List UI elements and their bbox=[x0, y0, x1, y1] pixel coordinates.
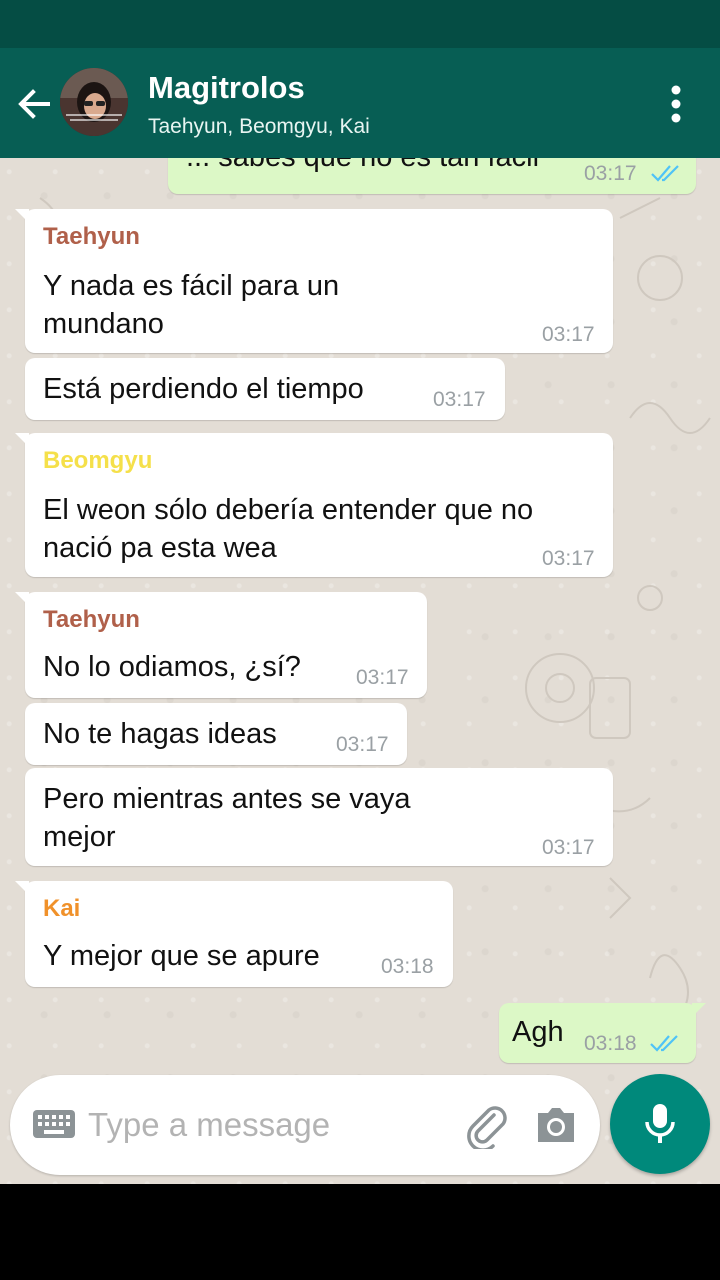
read-receipt-icon bbox=[651, 165, 679, 182]
message-time: 03:17 bbox=[542, 547, 595, 570]
camera-icon[interactable] bbox=[534, 1105, 578, 1145]
message-bubble-incoming[interactable]: Taehyun No lo odiamos, ¿sí? 03:17 bbox=[15, 592, 427, 698]
message-bubble-incoming[interactable]: No te hagas ideas 03:17 bbox=[25, 703, 407, 765]
chat-title[interactable]: Magitrolos bbox=[148, 70, 305, 106]
message-time: 03:17 bbox=[433, 388, 486, 411]
chat-header: Magitrolos Taehyun, Beomgyu, Kai bbox=[0, 48, 720, 158]
sender-name: Taehyun bbox=[43, 223, 140, 250]
message-text: Agh bbox=[512, 1016, 564, 1048]
system-navigation-bar bbox=[0, 1184, 720, 1280]
arrow-left-icon bbox=[18, 89, 50, 119]
message-composer bbox=[10, 1075, 600, 1175]
status-bar bbox=[0, 0, 720, 48]
message-bubble-incoming[interactable]: Beomgyu El weon sólo debería entender qu… bbox=[15, 433, 613, 577]
message-input[interactable] bbox=[88, 1101, 378, 1149]
chat-members[interactable]: Taehyun, Beomgyu, Kai bbox=[148, 115, 370, 139]
message-time: 03:17 bbox=[584, 162, 637, 185]
message-bubble-outgoing[interactable]: ... sabes que no es tan fácil 03:17 bbox=[168, 158, 696, 194]
message-time: 03:17 bbox=[336, 733, 389, 756]
message-text: No lo odiamos, ¿sí? bbox=[43, 651, 301, 683]
message-text-line: mundano bbox=[43, 308, 164, 340]
more-vert-icon bbox=[671, 85, 681, 123]
more-options-button[interactable] bbox=[664, 82, 688, 126]
keyboard-icon[interactable] bbox=[32, 1109, 76, 1139]
message-bubble-incoming[interactable]: Está perdiendo el tiempo 03:17 bbox=[25, 358, 505, 420]
message-text: Está perdiendo el tiempo bbox=[43, 373, 364, 405]
message-text: Y mejor que se apure bbox=[43, 940, 320, 972]
message-bubble-incoming[interactable]: Kai Y mejor que se apure 03:18 bbox=[15, 881, 453, 987]
voice-message-button[interactable] bbox=[610, 1074, 710, 1174]
sender-name: Kai bbox=[43, 895, 81, 922]
message-text-line: Pero mientras antes se vaya bbox=[43, 783, 411, 815]
message-time: 03:17 bbox=[542, 836, 595, 859]
group-avatar[interactable] bbox=[60, 68, 128, 136]
sender-name: Beomgyu bbox=[43, 447, 153, 474]
message-text: No te hagas ideas bbox=[43, 718, 277, 750]
message-text-line: Y nada es fácil para un bbox=[43, 270, 340, 302]
avatar-image bbox=[60, 68, 128, 136]
message-time: 03:17 bbox=[356, 666, 409, 689]
message-time: 03:18 bbox=[381, 955, 434, 978]
message-bubble-incoming[interactable]: Taehyun Y nada es fácil para un mundano … bbox=[15, 209, 613, 353]
message-text: ... sabes que no es tan fácil bbox=[186, 158, 539, 176]
message-bubble-outgoing[interactable]: Agh 03:18 bbox=[499, 1003, 706, 1063]
message-time: 03:18 bbox=[584, 1032, 637, 1055]
message-bubble-incoming[interactable]: Pero mientras antes se vaya mejor 03:17 bbox=[25, 768, 613, 866]
paperclip-icon[interactable] bbox=[464, 1103, 510, 1149]
message-text-line: mejor bbox=[43, 821, 116, 853]
message-text-line: El weon sólo debería entender que no bbox=[43, 494, 534, 526]
back-button[interactable] bbox=[14, 84, 54, 124]
message-time: 03:17 bbox=[542, 323, 595, 346]
read-receipt-icon bbox=[650, 1035, 678, 1052]
microphone-icon bbox=[645, 1104, 675, 1143]
message-text-line: nació pa esta wea bbox=[43, 532, 277, 564]
message-list[interactable]: ... sabes que no es tan fácil 03:17 Taeh… bbox=[0, 158, 720, 1184]
sender-name: Taehyun bbox=[43, 606, 140, 633]
